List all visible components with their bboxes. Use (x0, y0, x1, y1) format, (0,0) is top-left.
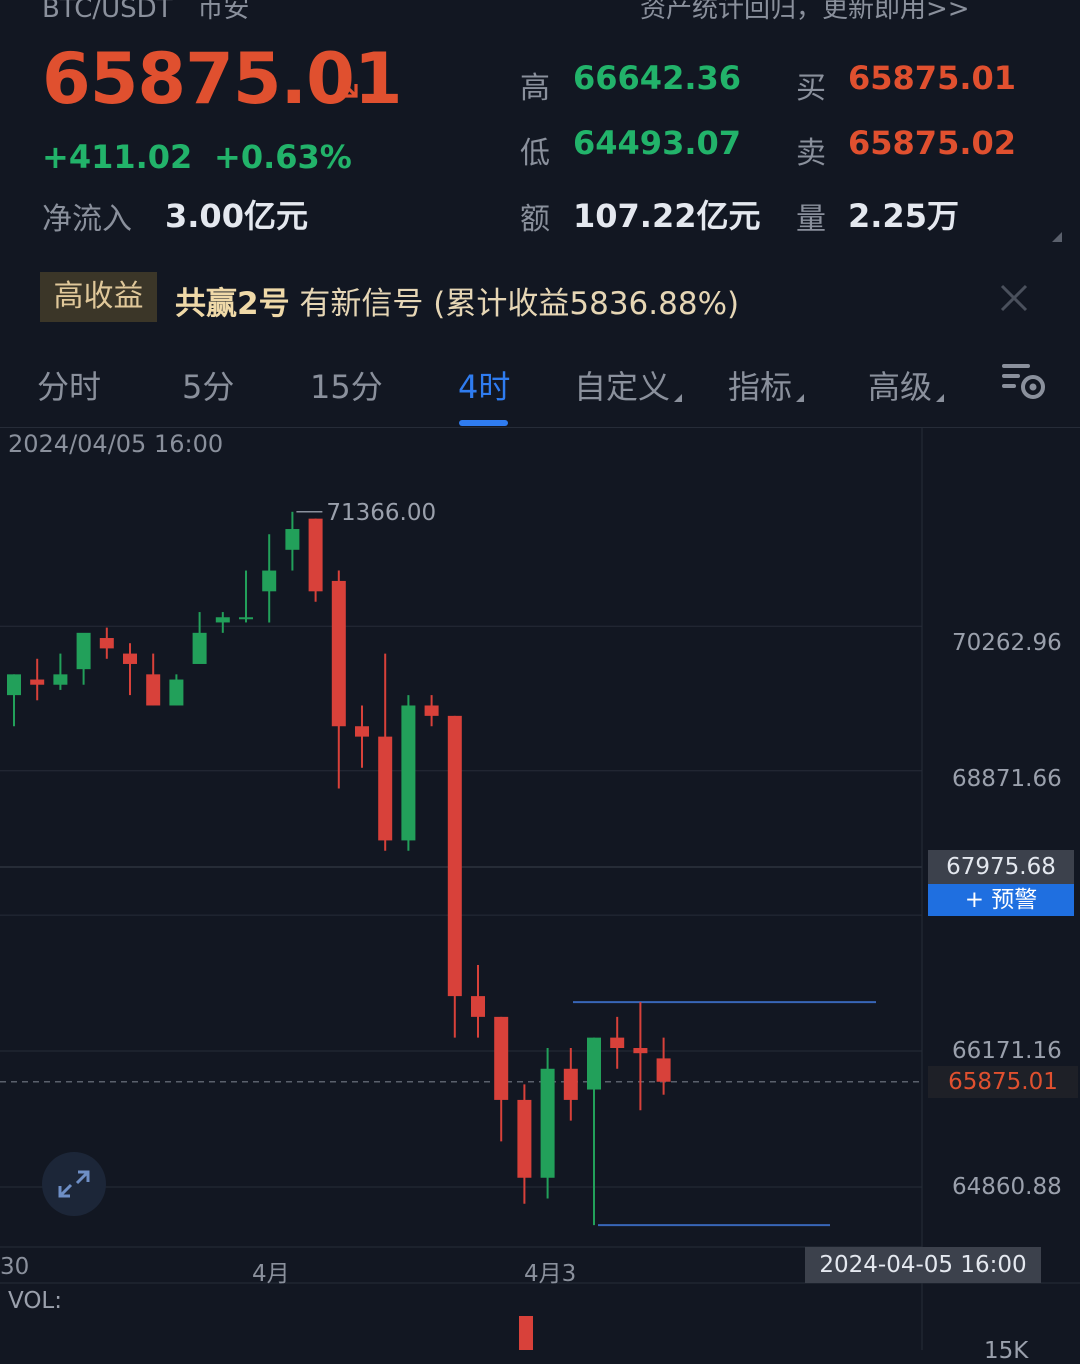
y-axis-label: 64860.88 (952, 1174, 1062, 1200)
candle-body (401, 705, 416, 841)
candle-body (633, 1048, 648, 1054)
x-axis-label: 4月 (252, 1261, 290, 1287)
expand-icon (58, 1170, 90, 1198)
candle-body (610, 1037, 625, 1049)
price-change: +411.02 (42, 138, 193, 176)
volume-value: 2.25万 (848, 197, 959, 235)
crosshair-date: 2024/04/05 16:00 (8, 430, 224, 458)
amount-value: 107.22亿元 (573, 197, 761, 235)
candle-body (447, 715, 462, 997)
x-axis-label: 30 (0, 1254, 30, 1280)
ask-value: 65875.02 (848, 124, 1017, 162)
tab-5min[interactable]: 5分 (182, 362, 234, 408)
candle-body (7, 674, 21, 696)
x-axis-label: 4月3 (524, 1261, 577, 1287)
candle-body (239, 617, 253, 620)
candle-body (331, 580, 346, 727)
candle-body (285, 529, 300, 550)
candle-body (471, 996, 485, 1017)
amount-label: 额 (520, 202, 550, 237)
asset-notice-link[interactable]: 资产统计回归，更新即用>> (640, 0, 970, 25)
y-axis-label: 68871.66 (952, 766, 1062, 792)
candle-body (563, 1068, 578, 1100)
fullscreen-button[interactable] (42, 1152, 106, 1216)
candle-body (494, 1016, 509, 1100)
volume-label: 量 (796, 202, 826, 237)
candle-body (378, 736, 393, 841)
dropdown-icon (936, 394, 945, 402)
candle-body (355, 726, 369, 737)
high-yield-tag: 高收益 (40, 272, 157, 322)
tab-indicators[interactable]: 指标 (728, 362, 805, 408)
expand-corner-icon[interactable] (1052, 232, 1062, 242)
close-icon[interactable] (996, 280, 1032, 316)
net-inflow-label: 净流入 (42, 202, 132, 237)
candle-body (192, 632, 207, 664)
tab-custom[interactable]: 自定义 (574, 362, 683, 408)
active-tab-indicator (459, 420, 508, 426)
bid-label: 买 (796, 71, 826, 106)
candlestick-chart[interactable]: 71366.0064493.07 (0, 428, 1080, 1350)
candle-body (53, 674, 68, 685)
candle-body (169, 679, 184, 706)
candle-body (517, 1099, 532, 1178)
candle-body (76, 632, 91, 670)
add-alert-button[interactable]: + 预警 (928, 884, 1074, 916)
candle-body (99, 638, 114, 649)
price-change-pct: +0.63% (214, 138, 352, 176)
crosshair-price: 67975.68 (928, 850, 1074, 884)
strategy-name: 共赢2号 (175, 286, 290, 322)
dropdown-icon (796, 394, 805, 402)
crosshair-time-tag: 2024-04-05 16:00 (805, 1247, 1041, 1283)
y-axis-label: 66171.16 (952, 1038, 1062, 1064)
volume-bar (519, 1316, 533, 1350)
volume-label: VOL: (8, 1288, 62, 1314)
high-marker-label: 71366.00 (326, 500, 436, 526)
chart-settings-icon[interactable] (1000, 360, 1048, 402)
bid-value: 65875.01 (848, 59, 1017, 97)
ask-label: 卖 (796, 136, 826, 171)
tab-advanced[interactable]: 高级 (868, 362, 945, 408)
candle-body (424, 705, 439, 716)
y-axis-label: 70262.96 (952, 630, 1062, 656)
tab-15min[interactable]: 15分 (310, 362, 383, 408)
tab-timeshare[interactable]: 分时 (37, 362, 101, 408)
candle-body (262, 570, 277, 592)
tab-4h[interactable]: 4时 (458, 362, 510, 408)
signal-text: 有新信号 (累计收益5836.88%) (289, 286, 740, 322)
high-value: 66642.36 (573, 59, 742, 97)
down-arrow-icon (338, 78, 358, 98)
signal-banner[interactable]: 共赢2号 有新信号 (累计收益5836.88%) (175, 278, 739, 323)
candle-body (656, 1058, 671, 1082)
net-inflow-value: 3.00亿元 (165, 197, 308, 235)
current-price-tag: 65875.01 (928, 1066, 1078, 1098)
candle-body (123, 653, 137, 664)
low-value: 64493.07 (573, 124, 742, 162)
candle-body (540, 1068, 555, 1178)
crosshair-price-marker[interactable]: 67975.68 + 预警 (928, 850, 1074, 916)
candle-body (30, 679, 45, 685)
candle-body (308, 518, 323, 592)
candle-body (146, 674, 161, 706)
volume-axis-label: 15K (984, 1338, 1029, 1364)
candle-body (215, 617, 230, 623)
high-label: 高 (520, 71, 550, 106)
exchange-name: 币安 (197, 0, 250, 24)
dropdown-icon (674, 394, 683, 402)
pair-title: BTC/USDT 币安 (42, 0, 249, 25)
candle-body (587, 1037, 601, 1090)
low-label: 低 (520, 136, 550, 171)
